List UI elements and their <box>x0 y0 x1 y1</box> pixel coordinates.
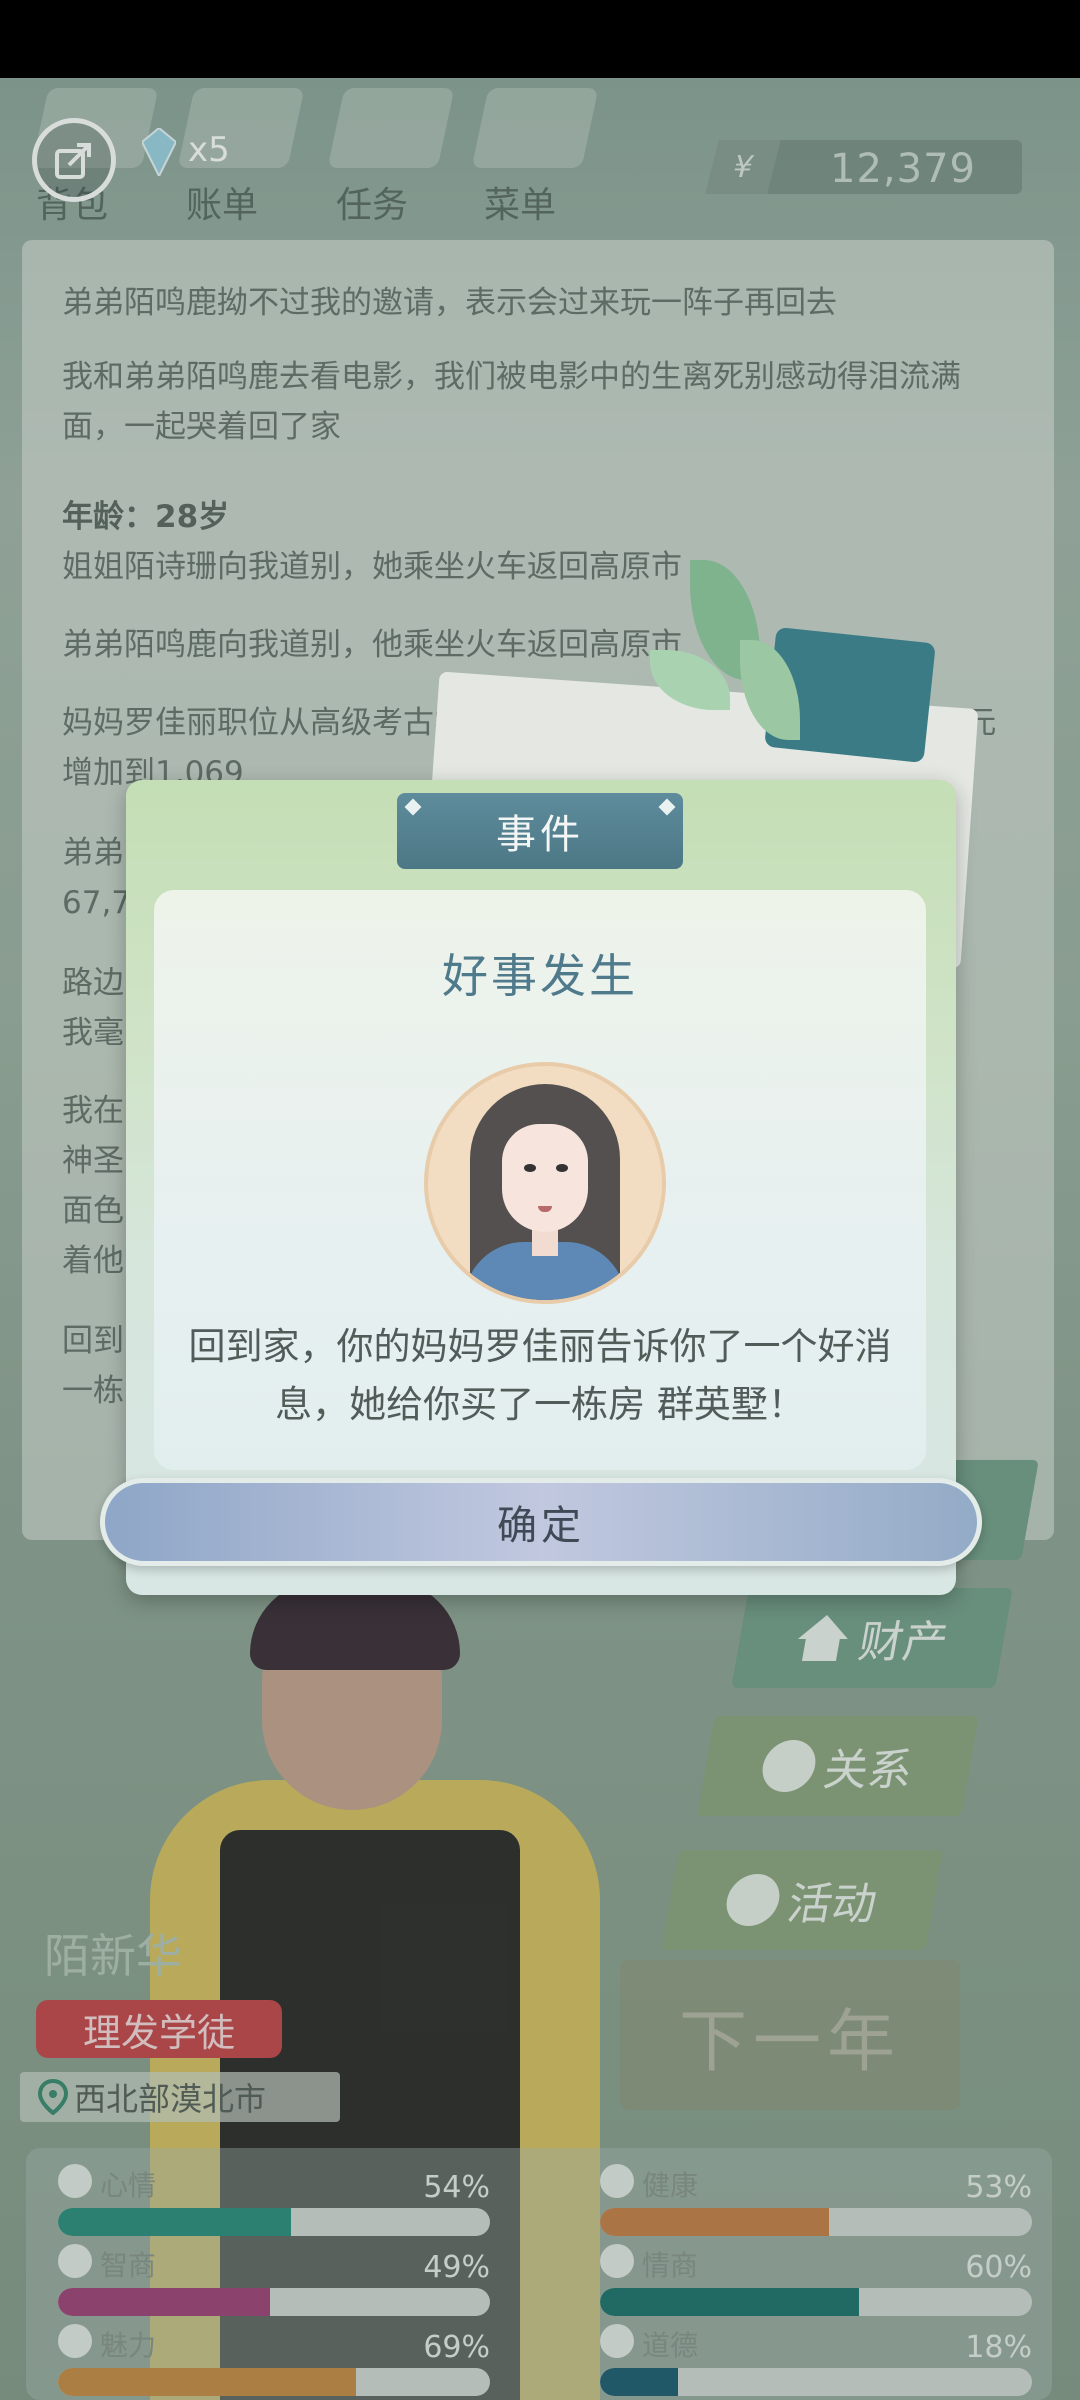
dialog-tab: 事件 <box>397 793 683 869</box>
dialog-message: 回到家，你的妈妈罗佳丽告诉你了一个好消息，她给你买了一栋房 群英墅！ <box>188 1325 892 1426</box>
mother-avatar <box>424 1062 666 1304</box>
dialog-tab-label: 事件 <box>496 812 584 858</box>
confirm-button[interactable]: 确定 <box>100 1478 982 1566</box>
diamond-ornament <box>658 798 676 816</box>
diamond-ornament <box>404 798 422 816</box>
status-bar <box>0 0 1080 78</box>
dialog-title: 好事发生 <box>442 949 638 1003</box>
